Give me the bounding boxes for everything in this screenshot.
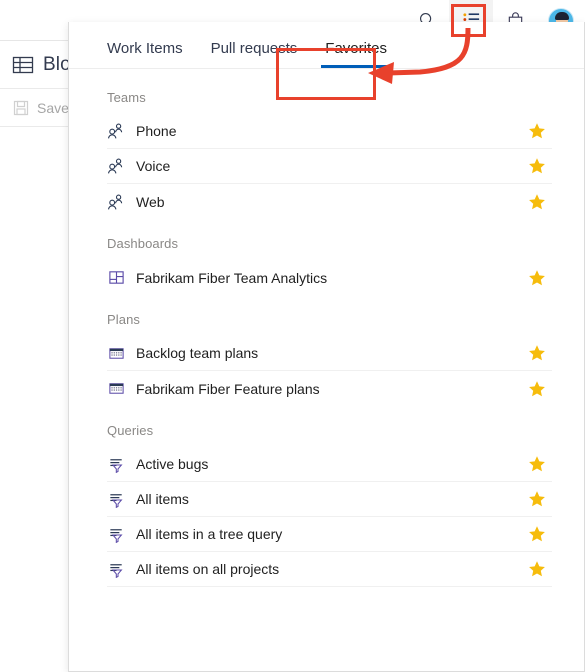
- list-item-label: Active bugs: [136, 456, 209, 472]
- plan-calendar-icon: [107, 344, 125, 362]
- dashboard-grid-icon: [107, 269, 125, 287]
- table-icon: [12, 54, 34, 76]
- list-item[interactable]: Backlog team plans: [107, 336, 552, 371]
- list-item[interactable]: All items on all projects: [107, 552, 552, 587]
- favorite-star-icon[interactable]: [526, 455, 548, 473]
- tab-favorites[interactable]: Favorites: [311, 40, 401, 68]
- query-filter-icon: [107, 560, 125, 578]
- query-filter-icon: [107, 455, 125, 473]
- tab-work-items[interactable]: Work Items: [93, 40, 197, 68]
- favorite-star-icon[interactable]: [526, 525, 548, 543]
- list-item-label: Phone: [136, 123, 177, 139]
- people-group-icon: [107, 193, 125, 211]
- favorite-star-icon[interactable]: [526, 157, 548, 175]
- section-header-plans: Plans: [107, 312, 141, 327]
- favorite-star-icon[interactable]: [526, 122, 548, 140]
- section-header-dashboards: Dashboards: [107, 236, 179, 251]
- list-item[interactable]: Phone: [107, 114, 552, 149]
- favorite-star-icon[interactable]: [526, 269, 548, 287]
- list-item-label: Fabrikam Fiber Team Analytics: [136, 269, 328, 286]
- list-item-label: Backlog team plans: [136, 345, 259, 361]
- flyout-tab-bar: Work Items Pull requests Favorites: [69, 22, 584, 69]
- favorite-star-icon[interactable]: [526, 560, 548, 578]
- list-item[interactable]: Fabrikam Fiber Team Analytics: [107, 260, 552, 295]
- section-header-teams: Teams: [107, 90, 146, 105]
- favorite-star-icon[interactable]: [526, 344, 548, 362]
- favorites-flyout-panel: Work Items Pull requests Favorites Teams: [68, 22, 585, 672]
- favorite-star-icon[interactable]: [526, 490, 548, 508]
- list-item[interactable]: Web: [107, 184, 552, 219]
- save-button-label[interactable]: Save: [37, 100, 69, 116]
- avatar-hair: [555, 11, 569, 20]
- list-item[interactable]: Voice: [107, 149, 552, 184]
- list-item[interactable]: Active bugs: [107, 447, 552, 482]
- section-header-queries: Queries: [107, 423, 154, 438]
- favorite-star-icon[interactable]: [526, 193, 548, 211]
- list-item[interactable]: All items in a tree query: [107, 517, 552, 552]
- query-filter-icon: [107, 490, 125, 508]
- list-item-label: All items: [136, 491, 189, 507]
- plan-calendar-icon: [107, 380, 125, 398]
- query-filter-icon: [107, 525, 125, 543]
- tab-selected-indicator: [321, 65, 391, 68]
- tab-favorites-label: Favorites: [325, 40, 387, 57]
- list-item-label: Voice: [136, 158, 171, 174]
- tab-pull-requests[interactable]: Pull requests: [197, 40, 312, 68]
- tab-pull-requests-label: Pull requests: [210, 40, 298, 57]
- floppy-disk-icon: [13, 100, 29, 116]
- list-item-label: All items on all projects: [136, 561, 280, 577]
- list-item[interactable]: Fabrikam Fiber Feature plans: [107, 371, 552, 406]
- list-item[interactable]: All items: [107, 482, 552, 517]
- screenshot-root: Blog Save Work Items Pull requests Favor…: [0, 0, 585, 672]
- list-item-label: All items in a tree query: [136, 526, 283, 542]
- people-group-icon: [107, 122, 125, 140]
- people-group-icon: [107, 157, 125, 175]
- favorites-list[interactable]: Teams Phone Voice Web Dashboards Fabrika…: [69, 69, 584, 671]
- list-item-label: Fabrikam Fiber Feature plans: [136, 380, 320, 397]
- favorite-star-icon[interactable]: [526, 380, 548, 398]
- list-item-label: Web: [136, 193, 165, 210]
- tab-work-items-label: Work Items: [107, 40, 183, 57]
